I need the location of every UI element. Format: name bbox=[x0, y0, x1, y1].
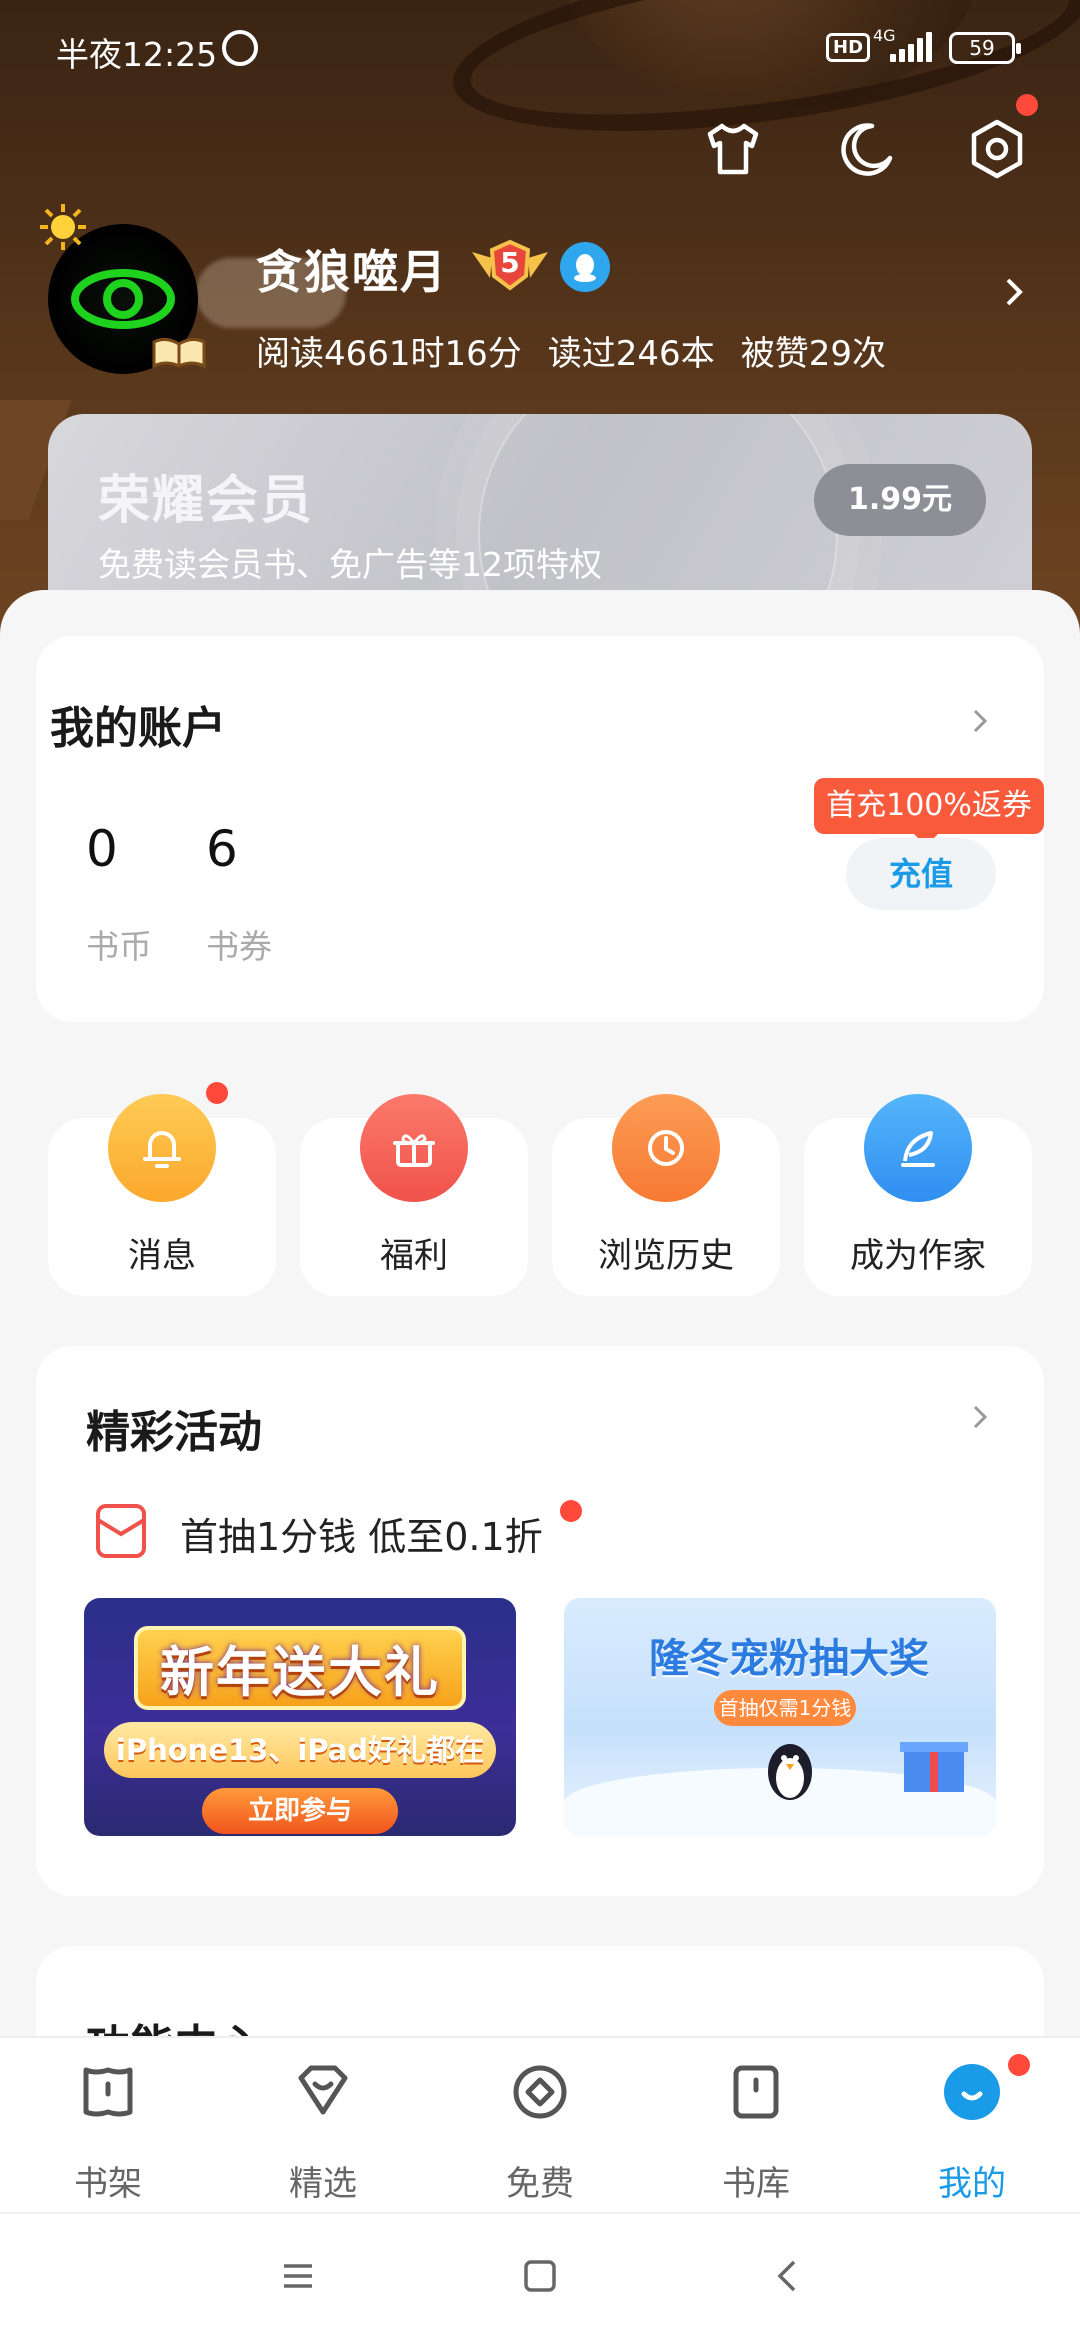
level-number: 5 bbox=[500, 246, 520, 279]
banner-right-title: 隆冬宠粉抽大奖 bbox=[649, 1636, 929, 1682]
quick-action-label: 消息 bbox=[128, 1236, 196, 1276]
likes-count: 被赞29次 bbox=[740, 334, 886, 374]
clock-icon bbox=[612, 1094, 720, 1202]
quick-action-label: 浏览历史 bbox=[598, 1236, 734, 1276]
hd-voice-icon: HD bbox=[826, 33, 871, 62]
recharge-button[interactable]: 充值 bbox=[846, 838, 996, 910]
account-title: 我的账户 bbox=[50, 703, 226, 754]
shirt-icon[interactable] bbox=[700, 116, 766, 182]
join-now-button[interactable]: 立即参与 bbox=[202, 1788, 398, 1834]
sun-badge-icon bbox=[40, 204, 86, 250]
back-icon[interactable] bbox=[766, 2254, 810, 2298]
vouchers-value: 6 bbox=[206, 820, 238, 878]
banner-right-subtitle: 首抽仅需1分钱 bbox=[714, 1690, 856, 1726]
menu-icon[interactable] bbox=[276, 2254, 320, 2298]
vip-price-button[interactable]: 1.99元 bbox=[814, 464, 986, 536]
nav-bookshelf[interactable]: 书架 bbox=[33, 2060, 183, 2204]
activities-chevron-icon[interactable] bbox=[972, 1402, 988, 1432]
vouchers-label: 书券 bbox=[206, 927, 272, 966]
home-icon[interactable] bbox=[518, 2254, 562, 2298]
coins-label: 书币 bbox=[86, 927, 152, 966]
coins-value: 0 bbox=[86, 820, 118, 878]
qq-icon bbox=[560, 242, 610, 292]
quick-action-label: 福利 bbox=[380, 1236, 448, 1276]
gift-icon bbox=[360, 1094, 468, 1202]
featured-icon bbox=[298, 2065, 348, 2115]
settings-icon[interactable] bbox=[964, 116, 1030, 182]
moon-icon[interactable] bbox=[832, 116, 898, 182]
nav-featured[interactable]: 精选 bbox=[248, 2060, 398, 2204]
book-badge-icon bbox=[152, 337, 206, 369]
account-chevron-icon[interactable] bbox=[972, 706, 988, 736]
reading-stats: 阅读4661时16分 读过246本 被赞29次 bbox=[256, 326, 912, 375]
settings-notification-dot bbox=[1016, 94, 1038, 116]
library-icon bbox=[733, 2065, 779, 2119]
banner-left-title: 新年送大礼 bbox=[160, 1641, 440, 1704]
nav-profile[interactable]: 我的 bbox=[897, 2060, 1047, 2204]
penguin-icon bbox=[768, 1744, 812, 1800]
read-time: 阅读4661时16分 bbox=[256, 334, 522, 374]
profile-icon bbox=[944, 2064, 1000, 2120]
banner-left-subtitle: iPhone13、iPad好礼都在这 bbox=[104, 1722, 496, 1823]
free-icon bbox=[513, 2065, 567, 2119]
username: 贪狼噬月 bbox=[256, 245, 448, 299]
activity-row-text[interactable]: 首抽1分钱 低至0.1折 bbox=[180, 1506, 543, 1561]
nav-label: 书架 bbox=[74, 2164, 142, 2204]
nav-label: 我的 bbox=[938, 2164, 1006, 2204]
nav-label: 精选 bbox=[289, 2164, 357, 2204]
status-time: 半夜12:25 bbox=[56, 35, 218, 74]
signal-icon bbox=[890, 32, 938, 62]
nav-free[interactable]: 免费 bbox=[465, 2060, 615, 2204]
profile-chevron-icon[interactable] bbox=[1004, 272, 1024, 312]
nav-label: 免费 bbox=[506, 2164, 574, 2204]
messages-notification-dot bbox=[206, 1082, 228, 1104]
nav-label: 书库 bbox=[722, 2164, 790, 2204]
bookshelf-icon bbox=[83, 2067, 133, 2117]
quick-action-label: 成为作家 bbox=[850, 1236, 986, 1276]
bell-icon bbox=[108, 1094, 216, 1202]
books-read: 读过246本 bbox=[547, 334, 715, 374]
nav-library[interactable]: 书库 bbox=[681, 2060, 831, 2204]
feather-pen-icon bbox=[864, 1094, 972, 1202]
status-bar: 半夜12:25 HD 4G 59 bbox=[0, 0, 1080, 96]
alarm-icon bbox=[222, 30, 258, 66]
activity-notification-dot bbox=[560, 1500, 582, 1522]
activities-title: 精彩活动 bbox=[86, 1407, 262, 1458]
gift-box-icon bbox=[900, 1742, 968, 1792]
vip-subtitle: 免费读会员书、免广告等12项特权 bbox=[98, 545, 602, 584]
profile-notification-dot bbox=[1008, 2054, 1030, 2076]
winter-lottery-banner[interactable]: 隆冬宠粉抽大奖 首抽仅需1分钱 bbox=[564, 1598, 996, 1836]
new-year-gift-banner[interactable]: 新年送大礼 iPhone13、iPad好礼都在这 立即参与 bbox=[84, 1598, 516, 1836]
vip-title: 荣耀会员 bbox=[98, 471, 315, 531]
lottery-box-icon[interactable] bbox=[94, 1502, 148, 1560]
battery-icon: 59 bbox=[949, 32, 1021, 64]
first-recharge-promo-tag: 首充100%返券 bbox=[814, 778, 1044, 846]
eye-icon bbox=[71, 269, 175, 329]
